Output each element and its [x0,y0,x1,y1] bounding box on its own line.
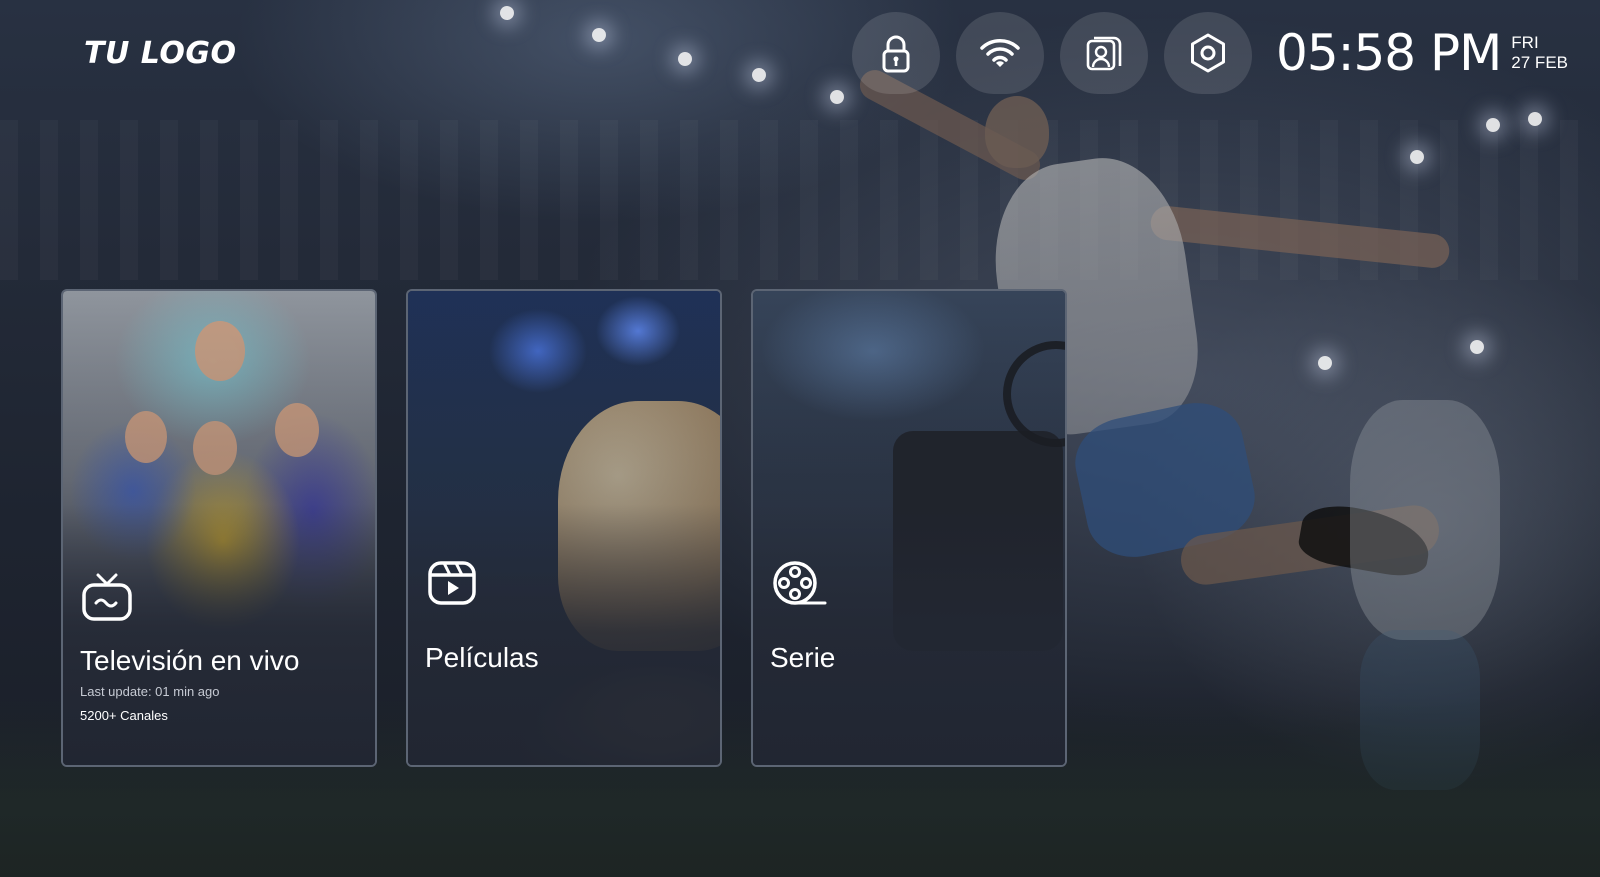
day-month: 27 FEB [1511,53,1568,72]
play-video-icon [428,561,476,605]
stadium-light [1486,118,1500,132]
lock-button[interactable] [852,12,941,94]
top-bar: 05:58 PM FRI 27 FEB [836,12,1600,94]
settings-button[interactable] [1164,12,1253,94]
card-title: Películas [425,642,539,673]
card-series[interactable]: Serie [751,289,1067,767]
profile-icon [1086,36,1122,71]
wifi-button[interactable] [956,12,1045,94]
card-movies[interactable]: Películas [406,289,722,767]
stadium-light [752,68,766,82]
card-live-tv[interactable]: Televisión en vivo Last update: 01 min a… [61,289,377,767]
film-reel-icon [773,561,827,605]
app-logo: TU LOGO [84,36,237,71]
stadium-light [500,6,514,20]
settings-icon [1191,33,1226,73]
tv-icon [82,573,132,621]
wifi-icon [980,39,1020,67]
clock-time: 05:58 PM [1276,24,1502,82]
stadium-light [1470,340,1484,354]
lock-icon [882,35,910,73]
clock-date: FRI 27 FEB [1511,33,1568,73]
stadium-light [678,52,692,66]
stadium-light [1410,150,1424,164]
channel-count: 5200+ Canales [80,708,168,723]
weekday: FRI [1511,33,1539,52]
stadium-light [1528,112,1542,126]
stadium-light [592,28,606,42]
profiles-button[interactable] [1060,12,1149,94]
last-update: Last update: 01 min ago [80,684,220,699]
card-title: Televisión en vivo [80,645,300,676]
card-title: Serie [770,642,836,673]
stadium-light [1318,356,1332,370]
